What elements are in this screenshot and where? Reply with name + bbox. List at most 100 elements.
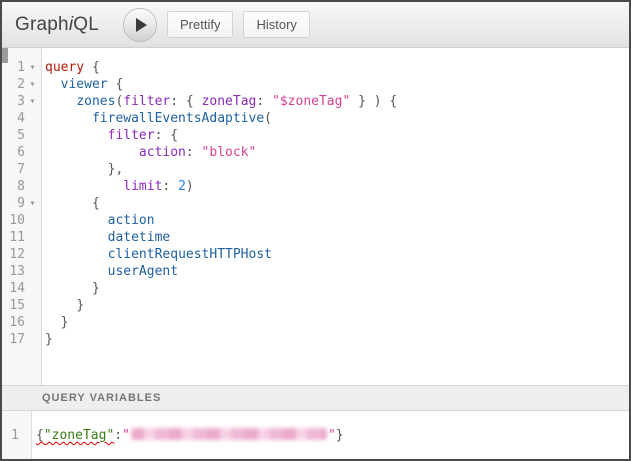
token-ws [45,264,108,279]
graphiql-window: GraphiQL Prettify History 1▾2▾3▾456789▾1… [0,0,631,461]
gutter-row: 16 [2,314,41,331]
query-editor[interactable]: 1▾2▾3▾456789▾1011121314151617 query { vi… [2,48,629,385]
line-number: 6 [2,144,25,161]
fold-spacer [25,229,40,246]
token-ws [45,128,108,143]
fold-spacer [25,178,40,195]
fold-arrow-icon[interactable]: ▾ [25,93,40,110]
fold-spacer [25,110,40,127]
variables-editor-code[interactable]: {"zoneTag":""} [32,411,629,459]
token-kw: query [45,60,84,75]
token-num: 2 [178,179,186,194]
token-str: " [122,428,130,443]
code-line[interactable]: action [45,212,629,229]
code-line[interactable]: filter: { [45,127,629,144]
fold-spacer [25,297,40,314]
fold-spacer [25,246,40,263]
code-line[interactable]: viewer { [45,76,629,93]
fold-spacer [25,212,40,229]
fold-arrow-icon[interactable]: ▾ [25,76,40,93]
line-number: 13 [2,263,25,280]
token-ws [45,111,92,126]
code-line[interactable]: zones(filter: { zoneTag: "$zoneTag" } ) … [45,93,629,110]
fold-spacer [19,427,30,444]
line-number: 11 [2,229,25,246]
code-line[interactable]: limit: 2) [45,178,629,195]
history-button[interactable]: History [243,11,309,38]
token-str: "$zoneTag" [272,94,350,109]
token-prop: viewer [61,77,108,92]
gutter-row: 2▾ [2,76,41,93]
token-p: ( [264,111,272,126]
logo-text-ql: QL [73,14,99,35]
code-line[interactable]: action: "block" [45,144,629,161]
token-attr: filter [108,128,155,143]
line-number: 4 [2,110,25,127]
code-line[interactable]: clientRequestHTTPHost [45,246,629,263]
token-prop: clientRequestHTTPHost [108,247,272,262]
token-p: { [84,60,100,75]
code-line[interactable]: datetime [45,229,629,246]
prettify-button[interactable]: Prettify [167,11,233,38]
token-p: } [45,332,53,347]
gutter-row: 8 [2,178,41,195]
token-ws [45,196,92,211]
gutter-row: 14 [2,280,41,297]
token-p: } ) { [350,94,397,109]
fold-arrow-icon[interactable]: ▾ [25,195,40,212]
execute-query-button[interactable] [123,8,157,42]
token-prop: action [108,213,155,228]
code-line[interactable]: }, [45,161,629,178]
fold-spacer [25,161,40,178]
token-p: : [186,145,202,160]
code-line[interactable]: } [45,280,629,297]
code-line[interactable]: {"zoneTag":""} [36,427,629,444]
line-number: 10 [2,212,25,229]
token-ws [45,213,108,228]
fold-spacer [25,144,40,161]
token-prop: datetime [108,230,171,245]
code-line[interactable]: } [45,331,629,348]
code-line[interactable]: firewallEventsAdaptive( [45,110,629,127]
gutter-row: 10 [2,212,41,229]
line-number: 5 [2,127,25,144]
token-ws [45,315,61,330]
token-ws [45,77,61,92]
token-attr: limit [123,179,162,194]
code-line[interactable]: query { [45,59,629,76]
query-editor-code[interactable]: query { viewer { zones(filter: { zoneTag… [42,48,629,385]
variables-editor[interactable]: 1 {"zoneTag":""} [2,411,629,459]
code-line[interactable]: } [45,314,629,331]
gutter-row: 17 [2,331,41,348]
fold-spacer [25,263,40,280]
token-ws [45,145,139,160]
token-p: { [108,77,124,92]
token-prop: zones [76,94,115,109]
query-variables-header[interactable]: QUERY VARIABLES [2,385,629,411]
token-p: } [61,315,69,330]
variables-editor-gutter: 1 [2,411,32,459]
gutter-row: 7 [2,161,41,178]
token-key: "zoneTag" [44,428,114,443]
token-str: " [328,428,336,443]
code-line[interactable]: } [45,297,629,314]
token-p: : { [155,128,178,143]
scroll-marker [2,48,8,63]
code-line[interactable]: userAgent [45,263,629,280]
play-triangle-icon [136,18,147,32]
query-variables-title: QUERY VARIABLES [42,392,161,404]
gutter-row: 6 [2,144,41,161]
fold-spacer [25,331,40,348]
token-p: } [336,428,344,443]
line-number: 2 [2,76,25,93]
token-p: } [92,281,100,296]
gutter-row: 4 [2,110,41,127]
gutter-row: 5 [2,127,41,144]
line-number: 15 [2,297,25,314]
fold-arrow-icon[interactable]: ▾ [25,59,40,76]
token-p: } [76,298,84,313]
gutter-row: 9▾ [2,195,41,212]
code-line[interactable]: { [45,195,629,212]
line-number: 7 [2,161,25,178]
line-number: 8 [2,178,25,195]
